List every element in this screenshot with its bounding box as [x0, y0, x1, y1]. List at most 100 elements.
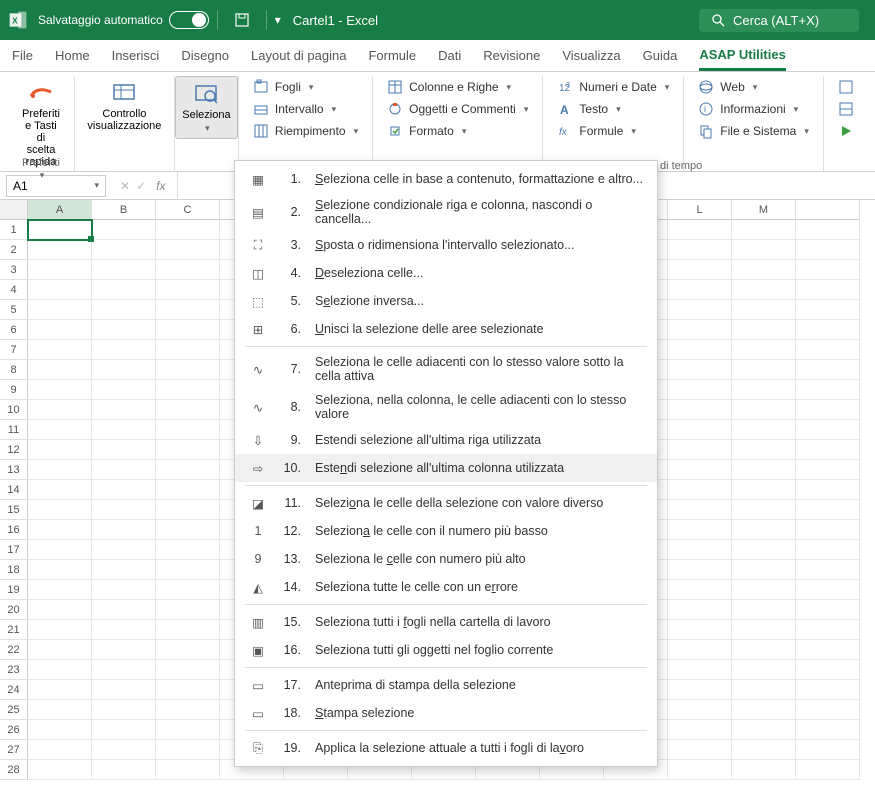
cell[interactable] — [732, 600, 796, 620]
cell[interactable] — [668, 760, 732, 780]
cell[interactable] — [732, 420, 796, 440]
row-header[interactable]: 8 — [0, 360, 28, 380]
cell[interactable] — [668, 440, 732, 460]
cell[interactable] — [92, 540, 156, 560]
cell[interactable] — [796, 340, 860, 360]
cell[interactable] — [668, 660, 732, 680]
cell[interactable] — [28, 720, 92, 740]
controllo-button[interactable]: Controllo visualizzazione — [83, 76, 165, 136]
cell[interactable] — [92, 300, 156, 320]
cell[interactable] — [28, 240, 92, 260]
row-header[interactable]: 18 — [0, 560, 28, 580]
cell[interactable] — [668, 680, 732, 700]
cell[interactable] — [28, 460, 92, 480]
row-header[interactable]: 2 — [0, 240, 28, 260]
extras-button-1[interactable] — [834, 78, 858, 96]
cell[interactable] — [796, 500, 860, 520]
cell[interactable] — [732, 400, 796, 420]
row-header[interactable]: 19 — [0, 580, 28, 600]
tab-dati[interactable]: Dati — [438, 42, 461, 69]
menu-item-7[interactable]: ∿7.Seleziona le celle adiacenti con lo s… — [235, 350, 657, 388]
ribbon-oggetti-e-commenti-button[interactable]: Oggetti e Commenti▾ — [383, 100, 532, 118]
cell[interactable] — [668, 600, 732, 620]
cell[interactable] — [796, 560, 860, 580]
cell[interactable] — [796, 540, 860, 560]
cell[interactable] — [156, 280, 220, 300]
cell[interactable] — [156, 260, 220, 280]
cell[interactable] — [92, 240, 156, 260]
cell[interactable] — [796, 360, 860, 380]
column-header[interactable]: B — [92, 200, 156, 220]
row-header[interactable]: 21 — [0, 620, 28, 640]
cell[interactable] — [796, 720, 860, 740]
menu-item-17[interactable]: ▭17.Anteprima di stampa della selezione — [235, 671, 657, 699]
cell[interactable] — [732, 740, 796, 760]
row-header[interactable]: 14 — [0, 480, 28, 500]
menu-item-14[interactable]: ◭14.Seleziona tutte le celle con un erro… — [235, 573, 657, 601]
cell[interactable] — [28, 740, 92, 760]
cell[interactable] — [668, 380, 732, 400]
tab-asap-utilities[interactable]: ASAP Utilities — [699, 41, 785, 71]
cell[interactable] — [796, 700, 860, 720]
ribbon-formato-button[interactable]: Formato▾ — [383, 122, 532, 140]
cell[interactable] — [92, 320, 156, 340]
cell[interactable] — [28, 420, 92, 440]
accept-formula-icon[interactable]: ✓ — [136, 179, 146, 193]
toggle-switch[interactable] — [169, 11, 209, 29]
cell[interactable] — [668, 580, 732, 600]
cell[interactable] — [156, 380, 220, 400]
cell[interactable] — [156, 680, 220, 700]
cell[interactable] — [732, 720, 796, 740]
cell[interactable] — [668, 720, 732, 740]
cell[interactable] — [92, 580, 156, 600]
cell[interactable] — [28, 700, 92, 720]
cell[interactable] — [28, 520, 92, 540]
cell[interactable] — [156, 600, 220, 620]
cell[interactable] — [732, 280, 796, 300]
tab-home[interactable]: Home — [55, 42, 90, 69]
cell[interactable] — [92, 360, 156, 380]
cell[interactable] — [732, 460, 796, 480]
menu-item-2[interactable]: ▤2.Selezione condizionale riga e colonna… — [235, 193, 657, 231]
cell[interactable] — [668, 240, 732, 260]
menu-item-4[interactable]: ◫4.Deseleziona celle... — [235, 259, 657, 287]
cell[interactable] — [732, 660, 796, 680]
row-header[interactable]: 23 — [0, 660, 28, 680]
cell[interactable] — [92, 260, 156, 280]
cell[interactable] — [92, 660, 156, 680]
cell[interactable] — [92, 480, 156, 500]
cell[interactable] — [92, 400, 156, 420]
ribbon-colonne-e-righe-button[interactable]: Colonne e Righe▾ — [383, 78, 532, 96]
menu-item-6[interactable]: ⊞6.Unisci la selezione delle aree selezi… — [235, 315, 657, 343]
cell[interactable] — [668, 640, 732, 660]
cell[interactable] — [92, 680, 156, 700]
cell[interactable] — [732, 300, 796, 320]
cell[interactable] — [92, 340, 156, 360]
cell[interactable] — [796, 580, 860, 600]
cell[interactable] — [668, 400, 732, 420]
cell[interactable] — [28, 320, 92, 340]
menu-item-13[interactable]: 913.Seleziona le celle con numero più al… — [235, 545, 657, 573]
cell[interactable] — [732, 360, 796, 380]
cell[interactable] — [796, 380, 860, 400]
cell[interactable] — [92, 220, 156, 240]
autosave-toggle[interactable]: Salvataggio automatico — [38, 11, 209, 29]
cell[interactable] — [668, 560, 732, 580]
cell[interactable] — [156, 300, 220, 320]
row-header[interactable]: 3 — [0, 260, 28, 280]
cell[interactable] — [796, 660, 860, 680]
cell[interactable] — [796, 640, 860, 660]
cell[interactable] — [156, 340, 220, 360]
row-header[interactable]: 27 — [0, 740, 28, 760]
cell[interactable] — [732, 520, 796, 540]
seleziona-button[interactable]: Seleziona ▾ — [175, 76, 237, 139]
cell[interactable] — [732, 480, 796, 500]
row-header[interactable]: 13 — [0, 460, 28, 480]
cell[interactable] — [92, 740, 156, 760]
row-header[interactable]: 26 — [0, 720, 28, 740]
menu-item-12[interactable]: 112.Seleziona le celle con il numero più… — [235, 517, 657, 545]
row-header[interactable]: 17 — [0, 540, 28, 560]
cell[interactable] — [732, 640, 796, 660]
tab-guida[interactable]: Guida — [643, 42, 678, 69]
row-header[interactable]: 15 — [0, 500, 28, 520]
